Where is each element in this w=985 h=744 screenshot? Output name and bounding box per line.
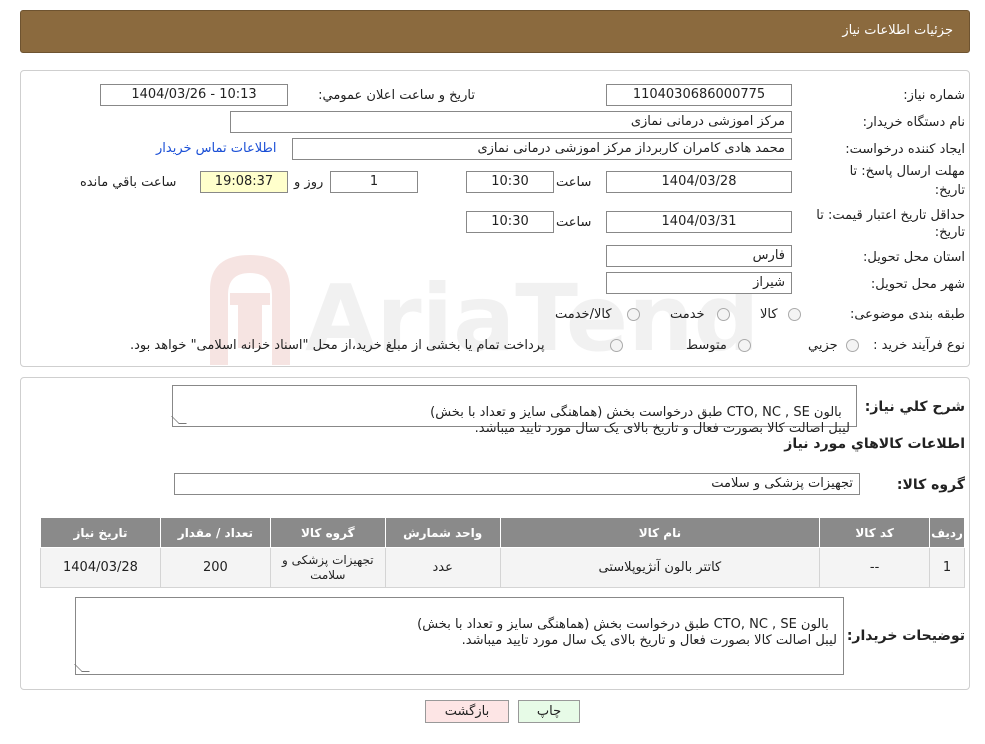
- creator-field: محمد هادی کامران کاربرداز مرکز اموزشی در…: [292, 138, 792, 160]
- col-quantity: تعداد / مقدار: [159, 517, 271, 548]
- category-option-service: خدمت: [670, 307, 705, 322]
- validity-label: حداقل تاريخ اعتبار قيمت: تا: [816, 208, 965, 223]
- days-field: 1: [330, 171, 418, 193]
- province-field: فارس: [606, 245, 792, 267]
- deadline-time-field: 10:30: [466, 171, 554, 193]
- buyer-org-label: نام دستگاه خريدار:: [862, 115, 965, 130]
- page-header: جزئیات اطلاعات نیاز: [20, 10, 970, 53]
- col-row: رديف: [929, 517, 965, 548]
- validity-label-date: تاريخ:: [934, 225, 965, 240]
- deadline-label: مهلت ارسال پاسخ: تا: [849, 164, 965, 179]
- validity-date-field: 1404/03/31: [606, 211, 792, 233]
- category-radio-goods[interactable]: [788, 308, 801, 321]
- summary-textarea[interactable]: بالون CTO, NC , SE طبق درخواست بخش (هماه…: [171, 385, 857, 436]
- cell-unit: عدد: [384, 547, 501, 588]
- table-header-row: رديف کد کالا نام کالا واحد شمارش گروه کا…: [40, 517, 965, 548]
- purchase-note: پرداخت تمام يا بخشی از مبلغ خريد،از محل …: [130, 338, 545, 353]
- cell-row: 1: [929, 547, 965, 588]
- deadline-label-date: تاريخ:: [934, 183, 965, 198]
- print-button[interactable]: چاپ: [518, 700, 580, 723]
- resize-grip-icon[interactable]: [74, 664, 90, 672]
- cell-code: --: [819, 547, 931, 588]
- need-number-field: 1104030686000775: [606, 84, 792, 106]
- cell-name: کاتتر بالون آنژیوپلاستی: [499, 547, 821, 588]
- announce-field: 1404/03/26 - 10:13: [100, 84, 288, 106]
- validity-time-field: 10:30: [466, 211, 554, 233]
- cell-group: تجهیزات پزشکی و سلامت: [269, 547, 386, 588]
- city-label: شهر محل تحويل:: [870, 277, 965, 292]
- need-number-label: شماره نیاز:: [903, 88, 965, 103]
- category-label: طبقه بندی موضوعی:: [849, 307, 965, 322]
- goods-group-label: گروه کالا:: [896, 477, 965, 493]
- announce-label: تاریخ و ساعت اعلان عمومي:: [318, 88, 475, 103]
- table-row: 1 -- کاتتر بالون آنژیوپلاستی عدد تجهیزات…: [40, 547, 965, 588]
- category-option-goods-service: کالا/خدمت: [555, 307, 612, 322]
- deadline-time-label: ساعت: [556, 175, 592, 190]
- treasury-checkbox[interactable]: [610, 339, 623, 352]
- category-radio-service[interactable]: [717, 308, 730, 321]
- purchase-radio-minor[interactable]: [846, 339, 859, 352]
- goods-table: رديف کد کالا نام کالا واحد شمارش گروه کا…: [40, 517, 965, 588]
- summary-label: شرح کلي نياز:: [864, 399, 965, 415]
- purchase-radio-medium[interactable]: [738, 339, 751, 352]
- col-code: کد کالا: [819, 517, 931, 548]
- page-title: جزئیات اطلاعات نیاز: [842, 23, 953, 38]
- buyer-notes-text: بالون CTO, NC , SE طبق درخواست بخش (هماه…: [417, 617, 837, 648]
- deadline-date-field: 1404/03/28: [606, 171, 792, 193]
- col-name: نام کالا: [499, 517, 821, 548]
- col-group: گروه کالا: [269, 517, 386, 548]
- goods-section-title: اطلاعات کالاهاي مورد نياز: [784, 436, 965, 452]
- col-date: تاريخ نياز: [40, 517, 161, 548]
- buyer-contact-link[interactable]: اطلاعات تماس خريدار: [156, 141, 276, 156]
- category-radio-goods-service[interactable]: [627, 308, 640, 321]
- back-button[interactable]: بازگشت: [425, 700, 509, 723]
- col-unit: واحد شمارش: [384, 517, 501, 548]
- resize-grip-icon[interactable]: [171, 416, 187, 424]
- creator-label: ايجاد کننده درخواست:: [845, 142, 965, 157]
- summary-text: بالون CTO, NC , SE طبق درخواست بخش (هماه…: [430, 405, 850, 436]
- cell-quantity: 200: [159, 547, 271, 588]
- purchase-type-label: نوع فرآيند خريد :: [873, 338, 965, 353]
- city-field: شیراز: [606, 272, 792, 294]
- remaining-time-field: 19:08:37: [200, 171, 288, 193]
- buyer-org-field: مرکز اموزشی درمانی نمازی: [230, 111, 792, 133]
- cell-date: 1404/03/28: [40, 547, 161, 588]
- remaining-label: ساعت باقي مانده: [80, 175, 177, 190]
- purchase-option-medium: متوسط: [686, 338, 727, 353]
- goods-group-field: تجهیزات پزشکی و سلامت: [174, 473, 860, 495]
- validity-time-label: ساعت: [556, 215, 592, 230]
- category-option-goods: کالا: [760, 307, 778, 322]
- purchase-option-minor: جزيي: [808, 338, 838, 353]
- days-label: روز و: [294, 175, 324, 190]
- buyer-notes-textarea[interactable]: بالون CTO, NC , SE طبق درخواست بخش (هماه…: [74, 597, 844, 675]
- province-label: استان محل تحويل:: [863, 250, 965, 265]
- buyer-notes-label: توضيحات خريدار:: [846, 628, 965, 644]
